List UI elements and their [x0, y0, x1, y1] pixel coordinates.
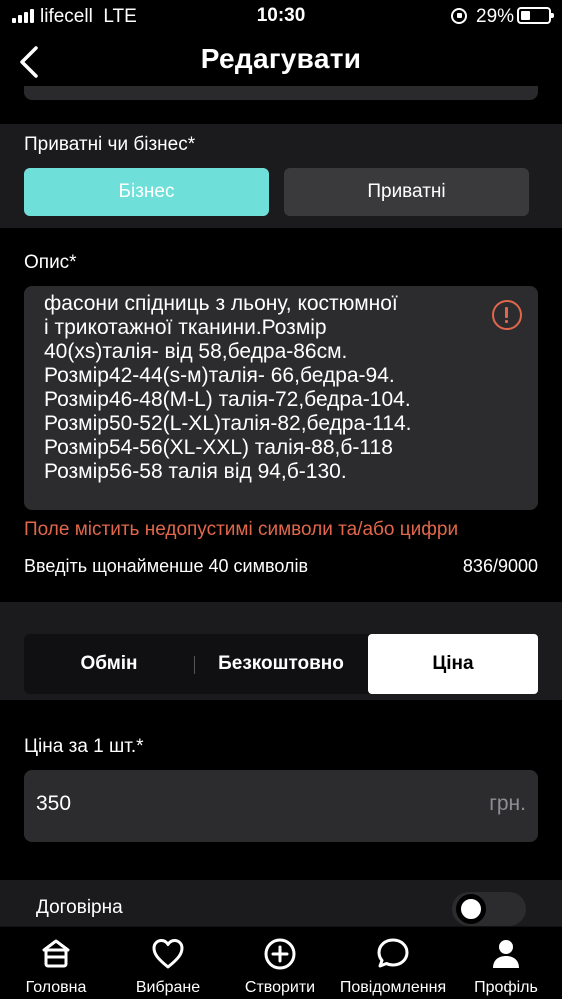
nav-messages[interactable]: Повідомлення [336, 927, 450, 999]
previous-field-card [24, 86, 538, 100]
business-button[interactable]: Бізнес [24, 168, 269, 216]
negotiable-label: Договірна [36, 897, 123, 918]
nav-favorites[interactable]: Вибране [112, 927, 224, 999]
nav-profile[interactable]: Профіль [450, 927, 562, 999]
character-counter: 836/9000 [462, 556, 538, 576]
nav-profile-label: Профіль [474, 979, 538, 996]
orientation-lock-icon [451, 8, 467, 24]
description-label: Опис* [24, 252, 77, 273]
price-label: Ціна за 1 шт.* [24, 736, 144, 757]
price-unit: грн. [489, 792, 526, 815]
page-title: Редагувати [200, 43, 362, 74]
status-bar: lifecell LTE 10:30 29% [0, 0, 562, 34]
nav-favorites-label: Вибране [135, 979, 201, 996]
negotiable-toggle[interactable] [452, 892, 526, 926]
home-icon [42, 939, 70, 968]
tab-free[interactable]: Безкоштовно [194, 634, 368, 694]
nav-create-label: Створити [244, 979, 316, 996]
tab-price[interactable]: Ціна [368, 634, 538, 694]
chat-bubble-icon [377, 938, 409, 968]
price-value: 350 [36, 792, 72, 815]
user-icon [493, 940, 519, 968]
nav-create[interactable]: Створити [224, 927, 336, 999]
nav-home-label: Головна [25, 979, 87, 996]
description-text: фасони спідниць з льону, костюмної і три… [44, 292, 412, 483]
description-textarea[interactable]: фасони спідниць з льону, костюмної і три… [24, 286, 538, 510]
description-hint: Введіть щонайменше 40 символів [24, 556, 309, 576]
nav-messages-label: Повідомлення [339, 979, 447, 996]
tab-exchange[interactable]: Обмін [24, 634, 194, 694]
price-input[interactable]: 350 грн. [24, 770, 538, 842]
bottom-nav: Головна Вибране Створити Повідомлення Пр… [0, 926, 562, 999]
private-button[interactable]: Приватні [284, 168, 529, 216]
battery-percent: 29% [476, 6, 515, 27]
battery-icon [517, 7, 554, 24]
seller-type-label: Приватні чи бізнес* [24, 134, 196, 155]
header: Редагувати [0, 34, 562, 92]
plus-circle-icon [264, 938, 296, 970]
price-type-tabs: Обмін Безкоштовно Ціна [24, 634, 538, 694]
description-error: Поле містить недопустимі символи та/або … [24, 519, 459, 540]
error-icon [492, 300, 522, 330]
toggle-knob [456, 894, 486, 924]
nav-home[interactable]: Головна [0, 927, 112, 999]
heart-icon [152, 939, 184, 969]
